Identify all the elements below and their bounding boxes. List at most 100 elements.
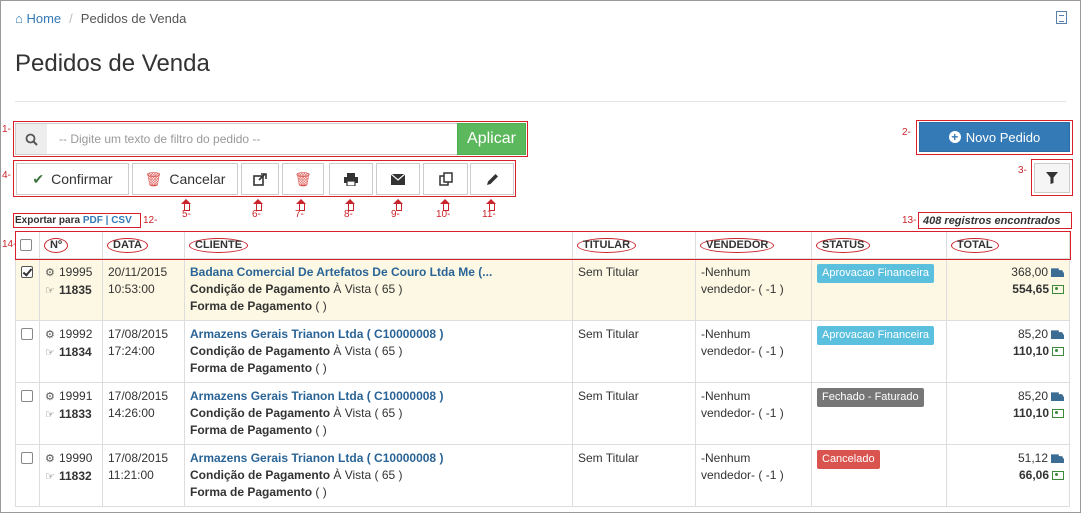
breadcrumb-separator: /	[69, 11, 73, 26]
row-date-cell: 17/08/2015 11:21:00	[102, 444, 185, 507]
gear-icon[interactable]: ⚙	[45, 265, 59, 282]
cancel-order-button[interactable]: 🗑 Cancelar	[132, 163, 238, 195]
breadcrumb: ⌂ Home / Pedidos de Venda	[15, 11, 186, 26]
annotation-5: 5-	[182, 209, 191, 220]
row-client-cell: Armazens Gerais Trianon Ltda ( C10000008…	[184, 444, 573, 507]
row-seller-cell: -Nenhum vendedor- ( -1 )	[695, 444, 812, 507]
breadcrumb-current: Pedidos de Venda	[80, 11, 187, 26]
status-badge: Cancelado	[817, 450, 880, 469]
search-addon	[15, 123, 48, 155]
client-link[interactable]: Badana Comercial De Artefatos De Couro L…	[190, 264, 567, 281]
confirm-button[interactable]: ✔ Confirmar	[16, 163, 129, 195]
row-status-cell: Aprovacao Financeira	[811, 258, 947, 321]
table-row[interactable]: ⚙ 19990 ☞ 11832 17/08/2015 11:21:00 Armazen…	[15, 444, 1070, 507]
row-client-cell: Badana Comercial De Artefatos De Couro L…	[184, 258, 573, 321]
table-row[interactable]: ⚙ 19991 ☞ 11833 17/08/2015 14:26:00 Armazen…	[15, 382, 1070, 445]
search-input[interactable]	[47, 123, 458, 155]
records-count: 408 registros encontrados	[923, 215, 1061, 227]
row-holder-cell: Sem Titular	[572, 258, 696, 321]
breadcrumb-home-link[interactable]: ⌂ Home	[15, 11, 61, 26]
envelope-icon	[391, 173, 405, 185]
row-select-cell	[15, 382, 40, 445]
trash-icon: 🗑	[144, 170, 163, 187]
share-button[interactable]	[241, 163, 279, 195]
annotation-4: 4-	[2, 170, 11, 181]
table-row[interactable]: ⚙ 19995 ☞ 11835 20/11/2015 10:53:00 Badana …	[15, 258, 1070, 321]
column-header-seller[interactable]: VENDEDOR	[695, 231, 812, 259]
select-all-header	[15, 231, 40, 259]
row-checkbox[interactable]	[21, 266, 33, 278]
hand-pointer-icon[interactable]: ☞	[45, 345, 59, 362]
document-icon[interactable]	[1056, 11, 1067, 24]
table-row[interactable]: ⚙ 19992 ☞ 11834 17/08/2015 17:24:00 Armazen…	[15, 320, 1070, 383]
row-total-cell: 368,00 554,65	[946, 258, 1070, 321]
truck-icon	[1051, 330, 1064, 340]
row-seller-cell: -Nenhum vendedor- ( -1 )	[695, 320, 812, 383]
row-checkbox[interactable]	[21, 390, 33, 402]
status-badge: Aprovacao Financeira	[817, 326, 935, 345]
print-button[interactable]	[329, 163, 373, 195]
row-select-cell	[15, 320, 40, 383]
new-order-button[interactable]: + Novo Pedido	[919, 122, 1070, 152]
money-icon	[1052, 285, 1064, 295]
check-icon: ✔	[32, 170, 45, 187]
status-badge: Fechado - Faturado	[817, 388, 924, 407]
select-all-checkbox[interactable]	[20, 238, 32, 251]
client-link[interactable]: Armazens Gerais Trianon Ltda ( C10000008…	[190, 450, 567, 467]
orders-table: Nº DATA CLIENTE TITULAR VENDEDOR STATUS …	[14, 230, 1071, 507]
new-order-label: Novo Pedido	[965, 129, 1041, 145]
row-number-cell: ⚙ 19990 ☞ 11832	[39, 444, 103, 507]
annotation-9: 9-	[391, 209, 400, 220]
annotation-1: 1-	[2, 124, 11, 135]
annotation-2: 2-	[902, 127, 911, 138]
annotation-box-export	[13, 213, 141, 228]
hand-pointer-icon[interactable]: ☞	[45, 283, 59, 300]
apply-filter-button[interactable]: Aplicar	[457, 123, 526, 155]
print-icon	[344, 172, 358, 186]
row-date-cell: 20/11/2015 10:53:00	[102, 258, 185, 321]
plus-circle-icon: +	[948, 131, 961, 143]
delete-button[interactable]: 🗑	[282, 163, 324, 195]
edit-button[interactable]	[470, 163, 514, 195]
row-checkbox[interactable]	[21, 452, 33, 464]
row-checkbox[interactable]	[21, 328, 33, 340]
annotation-13: 13-	[902, 215, 917, 226]
hand-pointer-icon[interactable]: ☞	[45, 407, 59, 424]
annotation-6: 6-	[252, 209, 261, 220]
filter-icon	[1046, 172, 1058, 184]
row-select-cell	[15, 258, 40, 321]
column-header-status[interactable]: STATUS	[811, 231, 947, 259]
row-status-cell: Fechado - Faturado	[811, 382, 947, 445]
client-link[interactable]: Armazens Gerais Trianon Ltda ( C10000008…	[190, 388, 567, 405]
row-status-cell: Aprovacao Financeira	[811, 320, 947, 383]
row-date-cell: 17/08/2015 14:26:00	[102, 382, 185, 445]
copy-button[interactable]	[423, 163, 468, 195]
column-header-num[interactable]: Nº	[39, 231, 103, 259]
hand-pointer-icon[interactable]: ☞	[45, 469, 59, 486]
column-header-client[interactable]: CLIENTE	[184, 231, 573, 259]
row-total-cell: 85,20 110,10	[946, 320, 1070, 383]
money-icon	[1052, 347, 1064, 357]
row-client-cell: Armazens Gerais Trianon Ltda ( C10000008…	[184, 382, 573, 445]
email-button[interactable]	[376, 163, 420, 195]
row-seller-cell: -Nenhum vendedor- ( -1 )	[695, 382, 812, 445]
column-header-holder[interactable]: TITULAR	[572, 231, 696, 259]
row-select-cell	[15, 444, 40, 507]
gear-icon[interactable]: ⚙	[45, 327, 59, 344]
gear-icon[interactable]: ⚙	[45, 451, 59, 468]
divider	[15, 101, 1066, 102]
column-header-date[interactable]: DATA	[102, 231, 185, 259]
trash-icon: 🗑	[294, 170, 312, 187]
row-number-cell: ⚙ 19992 ☞ 11834	[39, 320, 103, 383]
annotation-7: 7-	[295, 209, 304, 220]
row-client-cell: Armazens Gerais Trianon Ltda ( C10000008…	[184, 320, 573, 383]
client-link[interactable]: Armazens Gerais Trianon Ltda ( C10000008…	[190, 326, 567, 343]
gear-icon[interactable]: ⚙	[45, 389, 59, 406]
filter-button[interactable]	[1034, 163, 1070, 193]
cancel-label: Cancelar	[169, 171, 226, 187]
column-header-total[interactable]: TOTAL	[946, 231, 1070, 259]
row-number-cell: ⚙ 19991 ☞ 11833	[39, 382, 103, 445]
pencil-icon	[486, 173, 498, 185]
annotation-10: 10-	[436, 209, 451, 220]
truck-icon	[1051, 454, 1064, 464]
